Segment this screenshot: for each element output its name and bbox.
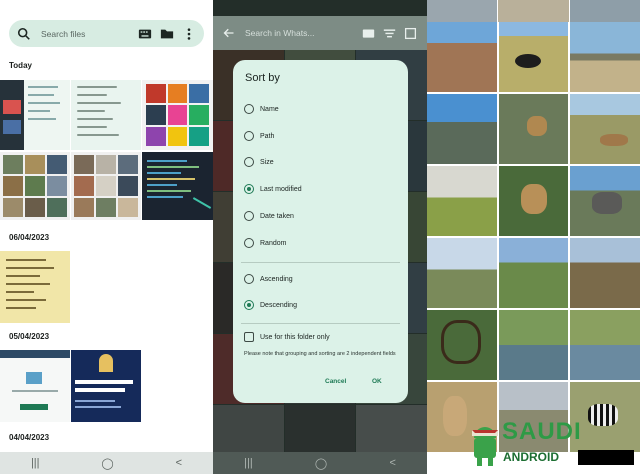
sort-option-size[interactable]: Size [244,157,274,167]
screenshot-thumbnail[interactable] [0,152,70,220]
option-label: Path [260,132,275,140]
saudi-android-watermark: SAUDI ANDROID [466,416,636,470]
sort-option-name[interactable]: Name [244,104,279,114]
thumbnail-row [0,152,213,220]
search-input[interactable]: Search files [41,29,130,39]
photo-thumbnail[interactable] [570,22,640,92]
screenshot-thumbnail[interactable] [0,80,70,150]
screenshot-thumbnail[interactable] [71,80,141,150]
section-header-today: Today [9,61,32,70]
sort-option-last-modified[interactable]: Last modified [244,184,302,194]
radio-button[interactable] [244,238,254,248]
search-bar[interactable]: Search files [9,20,204,47]
view-toggle-icon[interactable] [404,27,417,40]
section-header-date: 04/04/2023 [9,433,50,442]
photo-thumbnail[interactable] [0,251,70,323]
radio-button[interactable] [244,131,254,141]
photo-thumbnail[interactable] [569,0,640,22]
photo-grid [427,22,640,474]
sort-option-random[interactable]: Random [244,238,286,248]
folder-toolbar: Search in Whats... [213,16,427,50]
option-label: Last modified [260,185,302,193]
sort-option-date-taken[interactable]: Date taken [244,211,294,221]
redaction-box [578,450,634,465]
section-header-date: 06/04/2023 [9,233,50,242]
option-label: Name [260,105,279,113]
screenshot-frame: Search files Today 06/04/2023 05/04/2023… [0,0,640,474]
watermark-title: SAUDI [502,418,582,445]
files-gallery-panel: Search files Today 06/04/2023 05/04/2023… [0,0,213,474]
photo-row [427,0,640,22]
photo-thumbnail[interactable] [498,94,569,164]
radio-button[interactable] [244,211,254,221]
folder-search-input[interactable]: Search in Whats... [245,28,354,38]
photo-thumbnail[interactable] [570,166,640,236]
sort-icon[interactable] [383,27,396,40]
grouping-sorting-note: Please note that grouping and sorting ar… [244,351,396,357]
back-arrow-icon[interactable] [223,27,235,39]
use-for-folder-checkbox[interactable]: Use for this folder only [244,332,330,342]
radio-button-selected[interactable] [244,300,254,310]
option-label: Descending [260,301,297,309]
divider [241,323,400,324]
ramadan-poster-thumbnail[interactable] [71,350,141,422]
back-button[interactable]: < [389,457,395,469]
option-label: Date taken [260,212,294,220]
checkbox-label: Use for this folder only [260,333,330,341]
search-icon[interactable] [17,27,31,41]
order-option-ascending[interactable]: Ascending [244,274,293,284]
photo-thumbnail[interactable] [427,166,497,236]
photo-thumbnail[interactable] [570,238,640,308]
dialog-title: Sort by [245,72,280,84]
home-button[interactable]: ◯ [101,457,113,470]
photo-thumbnail[interactable] [427,94,497,164]
keyboard-icon[interactable] [362,27,375,40]
screenshot-thumbnail[interactable] [142,80,213,150]
photo-thumbnail[interactable] [570,310,640,380]
order-option-descending[interactable]: Descending [244,300,297,310]
photo-thumbnail[interactable] [427,22,497,92]
thumbnail-row [0,350,141,422]
folder-icon[interactable] [160,27,174,41]
cancel-button[interactable]: Cancel [325,378,346,385]
system-navigation-bar: ||| ◯ < [0,452,213,474]
more-options-icon[interactable] [182,27,196,41]
screenshot-thumbnail[interactable] [142,152,213,220]
divider [241,262,400,263]
watermark-subtitle: ANDROID [503,450,559,464]
recent-apps-button[interactable]: ||| [31,457,40,469]
sort-by-dialog: Sort by Name Path Size Last modified Dat… [233,60,408,403]
radio-button[interactable] [244,274,254,284]
home-button[interactable]: ◯ [315,457,327,470]
option-label: Random [260,239,287,247]
radio-button[interactable] [244,157,254,167]
keyboard-icon[interactable] [138,27,152,41]
radio-button-selected[interactable] [244,184,254,194]
photo-thumbnail[interactable] [427,0,498,22]
back-button[interactable]: < [176,457,182,469]
photo-thumbnail[interactable] [498,238,569,308]
screenshot-thumbnail[interactable] [71,152,141,220]
photo-thumbnail[interactable] [498,166,569,236]
recent-apps-button[interactable]: ||| [244,457,253,469]
thumbnail-row [0,80,213,150]
sort-option-path[interactable]: Path [244,131,274,141]
option-label: Size [260,158,274,166]
photo-thumbnail[interactable] [498,310,569,380]
checkbox[interactable] [244,332,254,342]
photo-grid-panel [427,0,640,474]
section-header-date: 05/04/2023 [9,332,50,341]
photo-thumbnail[interactable] [570,94,640,164]
photo-thumbnail[interactable] [498,0,569,22]
android-robot-icon [472,427,498,466]
ok-button[interactable]: OK [372,378,382,385]
photo-thumbnail[interactable] [427,238,497,308]
photo-thumbnail[interactable] [498,22,569,92]
radio-button[interactable] [244,104,254,114]
system-navigation-bar: ||| ◯ < [213,452,427,474]
option-label: Ascending [260,275,293,283]
photo-thumbnail[interactable] [427,310,497,380]
screenshot-thumbnail[interactable] [0,350,70,422]
